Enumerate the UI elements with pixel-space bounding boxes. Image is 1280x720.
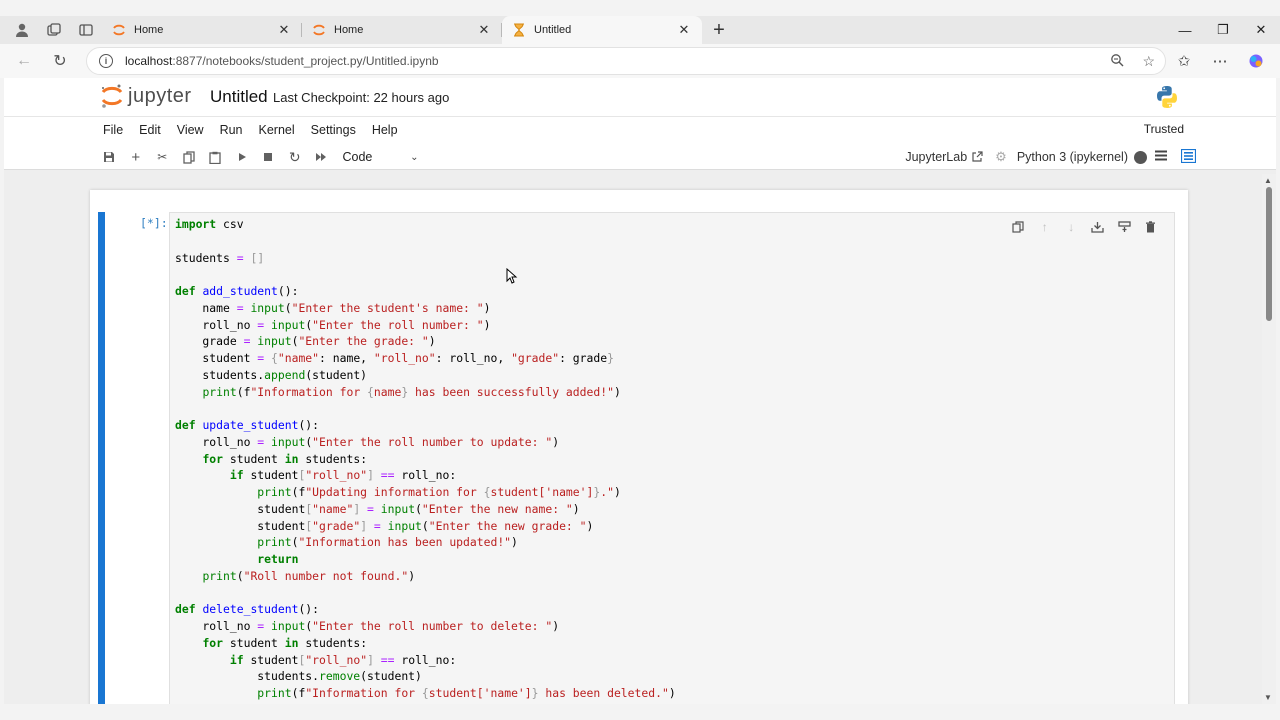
menu-run[interactable]: Run bbox=[220, 123, 243, 137]
copilot-icon[interactable] bbox=[1238, 46, 1274, 76]
trusted-indicator[interactable]: Trusted bbox=[1144, 122, 1184, 136]
profile-icon[interactable] bbox=[6, 16, 38, 44]
menu-settings[interactable]: Settings bbox=[311, 123, 356, 137]
cut-icon[interactable]: ✂ bbox=[149, 146, 176, 168]
jupyter-favicon-icon bbox=[312, 23, 326, 37]
jupyter-logo[interactable]: jupyter bbox=[100, 82, 192, 110]
jupyterlab-label: JupyterLab bbox=[905, 150, 968, 164]
settings-gear-icon[interactable]: ⚙ bbox=[995, 149, 1007, 165]
jupyter-favicon-icon bbox=[112, 23, 126, 37]
last-checkpoint: Last Checkpoint: 22 hours ago bbox=[273, 90, 450, 105]
browser-tab-home-1[interactable]: Home ✕ bbox=[102, 16, 302, 44]
kernel-name[interactable]: Python 3 (ipykernel) bbox=[1017, 150, 1128, 164]
url-host: localhost bbox=[125, 54, 173, 68]
menu-kernel[interactable]: Kernel bbox=[259, 123, 295, 137]
tab-title: Untitled bbox=[534, 24, 572, 36]
execution-prompt: [*]: bbox=[140, 216, 168, 230]
url-path: :8877/notebooks/student_project.py/Untit… bbox=[172, 54, 439, 68]
tab-title: Home bbox=[334, 24, 364, 36]
notebook-toolbar: + ✂ ↻ Code ⌄ JupyterLab ⚙ Python 3 (ipyk… bbox=[4, 144, 1276, 170]
move-up-icon[interactable]: ↑ bbox=[1032, 218, 1059, 236]
favorite-star-icon[interactable]: ☆ bbox=[1142, 53, 1155, 70]
browser-toolbar-right: ✩ ⋯ bbox=[1166, 46, 1274, 76]
favorites-icon[interactable]: ✩ bbox=[1166, 46, 1202, 76]
browser-tab-home-2[interactable]: Home ✕ bbox=[302, 16, 502, 44]
notebook-panel: [*]: import csv students = [] def add_st… bbox=[90, 190, 1188, 704]
scroll-up-arrow-icon[interactable]: ▲ bbox=[1264, 176, 1272, 185]
insert-above-icon[interactable] bbox=[1085, 218, 1112, 236]
tab-title: Home bbox=[134, 24, 164, 36]
restore-icon[interactable]: ❐ bbox=[1204, 16, 1242, 44]
cell-type-value: Code bbox=[342, 150, 373, 164]
code-cell[interactable]: [*]: import csv students = [] def add_st… bbox=[98, 212, 1176, 704]
workspaces-icon[interactable] bbox=[38, 16, 70, 44]
cell-toolbar: ↑ ↓ bbox=[1005, 218, 1164, 236]
python-logo-icon bbox=[1154, 84, 1180, 110]
table-of-contents-icon[interactable] bbox=[1180, 148, 1197, 166]
insert-below-icon[interactable] bbox=[1111, 218, 1138, 236]
main-menu: File Edit View Run Kernel Settings Help bbox=[103, 123, 414, 137]
insert-cell-icon[interactable]: + bbox=[123, 146, 150, 168]
move-down-icon[interactable]: ↓ bbox=[1058, 218, 1085, 236]
paste-icon[interactable] bbox=[202, 146, 229, 168]
notebook-title[interactable]: Untitled bbox=[210, 87, 268, 107]
code-content[interactable]: import csv students = [] def add_student… bbox=[175, 216, 676, 702]
code-editor[interactable]: import csv students = [] def add_student… bbox=[169, 212, 1175, 704]
toolbar-right: JupyterLab ⚙ Python 3 (ipykernel) bbox=[905, 146, 1197, 168]
window-controls: — ❐ ✕ bbox=[1166, 16, 1280, 44]
close-tab-icon[interactable]: ✕ bbox=[276, 22, 292, 38]
browser-tab-strip: Home ✕ Home ✕ Untitled ✕ + — ❐ ✕ bbox=[0, 16, 1280, 44]
active-cell-indicator bbox=[98, 212, 105, 704]
site-info-icon[interactable]: i bbox=[99, 54, 113, 68]
jupyter-logo-icon bbox=[100, 82, 124, 110]
close-tab-icon[interactable]: ✕ bbox=[676, 22, 692, 38]
save-icon[interactable] bbox=[96, 146, 123, 168]
copy-icon[interactable] bbox=[176, 146, 203, 168]
jupyter-menubar: File Edit View Run Kernel Settings Help … bbox=[4, 116, 1276, 144]
window-close-icon[interactable]: ✕ bbox=[1242, 16, 1280, 44]
external-link-icon bbox=[972, 151, 983, 162]
menu-file[interactable]: File bbox=[103, 123, 123, 137]
menu-view[interactable]: View bbox=[177, 123, 204, 137]
run-icon[interactable] bbox=[229, 146, 256, 168]
address-bar-actions: ☆ bbox=[1110, 53, 1155, 70]
menu-help[interactable]: Help bbox=[372, 123, 398, 137]
address-bar[interactable]: i localhost:8877/notebooks/student_proje… bbox=[86, 47, 1166, 75]
refresh-icon[interactable]: ↻ bbox=[42, 46, 78, 76]
cell-type-select[interactable]: Code ⌄ bbox=[343, 146, 419, 168]
run-all-icon[interactable] bbox=[308, 146, 335, 168]
browser-nav-row: ← ↻ i localhost:8877/notebooks/student_p… bbox=[0, 44, 1280, 78]
chevron-down-icon: ⌄ bbox=[410, 151, 419, 163]
zoom-icon[interactable] bbox=[1110, 53, 1124, 70]
hourglass-icon bbox=[512, 23, 526, 37]
more-menu-icon[interactable]: ⋯ bbox=[1202, 46, 1238, 76]
jupyter-wordmark: jupyter bbox=[128, 84, 192, 107]
tab-actions-icon[interactable] bbox=[70, 16, 102, 44]
back-arrow-icon[interactable]: ← bbox=[6, 46, 42, 76]
delete-cell-icon[interactable] bbox=[1138, 218, 1165, 236]
jupyter-header: jupyter Untitled Last Checkpoint: 22 hou… bbox=[4, 78, 1276, 116]
menu-edit[interactable]: Edit bbox=[139, 123, 161, 137]
scroll-down-arrow-icon[interactable]: ▼ bbox=[1264, 693, 1272, 702]
screen: Home ✕ Home ✕ Untitled ✕ + — ❐ ✕ ← ↻ i l… bbox=[0, 0, 1280, 720]
mouse-cursor-icon bbox=[506, 268, 518, 284]
interrupt-icon[interactable] bbox=[255, 146, 282, 168]
toolbar-actions: + ✂ ↻ Code ⌄ bbox=[96, 146, 419, 168]
browser-tab-untitled[interactable]: Untitled ✕ bbox=[502, 16, 702, 44]
kernel-busy-indicator-icon bbox=[1134, 150, 1147, 164]
minimize-icon[interactable]: — bbox=[1166, 16, 1204, 44]
jupyterlab-link[interactable]: JupyterLab bbox=[905, 150, 983, 164]
scrollbar-thumb[interactable] bbox=[1266, 187, 1272, 321]
restart-icon[interactable]: ↻ bbox=[282, 146, 309, 168]
jupyter-app: jupyter Untitled Last Checkpoint: 22 hou… bbox=[4, 78, 1276, 704]
duplicate-cell-icon[interactable] bbox=[1005, 218, 1032, 236]
page-scrollbar[interactable]: ▲ ▼ bbox=[1262, 174, 1276, 704]
menu-lines-icon[interactable] bbox=[1155, 150, 1167, 164]
close-tab-icon[interactable]: ✕ bbox=[476, 22, 492, 38]
tab-strip-left-icons bbox=[0, 16, 102, 44]
new-tab-button[interactable]: + bbox=[704, 16, 734, 44]
